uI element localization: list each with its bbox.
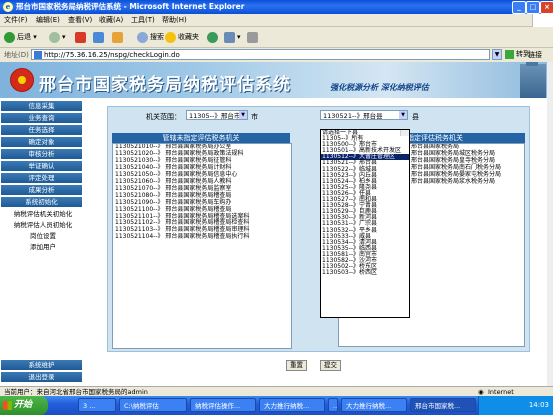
ie-icon: e <box>3 2 13 12</box>
city-suffix-label: 市 <box>251 113 258 121</box>
taskbar-item[interactable]: 大力推行纳税... <box>259 398 325 412</box>
go-button[interactable]: 转到 <box>505 49 530 59</box>
taskbar-item[interactable]: 纳税评估操作... <box>190 398 256 412</box>
reset-button[interactable]: 重置 <box>286 360 307 371</box>
back-arrow-icon <box>4 31 15 43</box>
nav-evaluation-processing[interactable]: 评定处理 <box>1 173 82 183</box>
submit-button[interactable]: 提交 <box>320 360 341 371</box>
taskbar-item[interactable]: ... <box>328 398 338 412</box>
county-dropdown-list[interactable]: 请选择一下县 11305--》所有 1130500--》邢台市 1130501--》高… <box>320 129 410 318</box>
links-button[interactable]: 链接 <box>528 50 542 60</box>
mail-button[interactable]: ▾ <box>224 30 241 44</box>
search-button[interactable]: 搜索 <box>137 30 164 44</box>
unassigned-org-list[interactable]: 1130521010--》 邢台县国家税务局办公室 1130521020--》 邢… <box>112 143 292 349</box>
go-arrow-icon <box>505 49 514 59</box>
start-button[interactable]: 开始 <box>0 396 48 415</box>
search-icon <box>137 31 148 43</box>
address-dropdown-button[interactable]: ▼ <box>492 49 502 60</box>
subnav-post-setup[interactable]: 岗位设置 <box>3 231 83 241</box>
taskbar: 开始 3 ... C:\纳税评估 纳税评估操作... 大力推行纳税... ...… <box>0 396 553 415</box>
stop-icon <box>75 31 86 43</box>
banner-title: 邢台市国家税务局纳税评估系统 <box>39 75 291 95</box>
unassigned-list-header: 管辖未指定评估税务机关 <box>112 133 290 143</box>
page-icon <box>34 51 42 59</box>
home-button[interactable] <box>112 30 125 44</box>
org-range-label: 机关范围： <box>146 113 181 121</box>
list-item[interactable]: 1130503--》桥西区 <box>321 270 409 276</box>
county-select[interactable]: 1130521--》邢台县 ▼ <box>320 110 408 120</box>
address-bar: 地址(D) http://75.36.16.25/nspg/checkLogin… <box>0 48 553 63</box>
stop-button[interactable] <box>75 30 88 44</box>
home-icon <box>112 31 123 43</box>
nav-logout[interactable]: 退出登录 <box>1 372 82 382</box>
subnav-staff-init[interactable]: 纳税评估人员初始化 <box>3 220 83 230</box>
list-item[interactable]: 邢台县国家税务局浆水税务分局 <box>409 178 524 186</box>
assignment-panel: 机关范围： 11305--》邢台市 ▼ 市 1130521--》邢台县 ▼ 县 管辖… <box>107 106 530 352</box>
address-label: 地址(D) <box>4 51 29 59</box>
chevron-down-icon: ▼ <box>399 111 407 119</box>
taskbar-item[interactable]: C:\纳税评估 <box>119 398 187 412</box>
nav-info-collection[interactable]: 信息采集 <box>1 101 82 111</box>
close-button[interactable]: × <box>540 1 553 14</box>
nav-task-selection[interactable]: 任务选择 <box>1 125 82 135</box>
nav-result-analysis[interactable]: 成果分析 <box>1 185 82 195</box>
minimize-button[interactable]: _ <box>512 1 526 14</box>
list-item[interactable]: 1130521104--》 邢台县国家税务局稽查局执行科 <box>113 233 291 241</box>
refresh-button[interactable] <box>93 30 106 44</box>
print-icon <box>247 31 258 43</box>
address-input[interactable]: http://75.36.16.25/nspg/checkLogin.do <box>31 49 490 60</box>
history-button[interactable] <box>207 30 220 44</box>
taskbar-item[interactable]: 大力推行纳税... <box>341 398 407 412</box>
nav-system-maintenance[interactable]: 系统维护 <box>1 360 82 370</box>
forward-arrow-icon <box>49 31 60 43</box>
menu-tools[interactable]: 工具(T) <box>131 15 155 25</box>
menu-favorites[interactable]: 收藏(A) <box>99 15 123 25</box>
county-suffix-label: 县 <box>412 113 419 121</box>
tax-emblem-icon <box>10 68 34 92</box>
main-area: 机关范围： 11305--》邢台市 ▼ 市 1130521--》邢台县 ▼ 县 管辖… <box>84 98 553 386</box>
subnav-org-init[interactable]: 纳税评估机关初始化 <box>3 209 83 219</box>
maximize-button[interactable]: □ <box>526 1 540 14</box>
page-scrollbar[interactable] <box>547 62 553 386</box>
chevron-down-icon: ▼ <box>239 111 247 119</box>
building-image <box>520 62 546 98</box>
favorites-button[interactable]: 收藏夹 <box>165 30 199 44</box>
nav-determine-object[interactable]: 确定对象 <box>1 137 82 147</box>
sidebar: 信息采集 业务查询 任务选择 确定对象 审核分析 举证确认 评定处理 成果分析 … <box>0 98 84 386</box>
nav-evidence-confirm[interactable]: 举证确认 <box>1 161 82 171</box>
nav-audit-analysis[interactable]: 审核分析 <box>1 149 82 159</box>
taskbar-item[interactable]: 邢台市国家税... <box>410 398 476 412</box>
toolbar: 后退 ▾ ▾ 搜索 收藏夹 ▾ <box>0 27 553 48</box>
clock: 14:03 <box>528 401 549 409</box>
banner-slogan: 强化税源分析 深化纳税评估 <box>330 83 429 92</box>
windows-logo-icon <box>532 14 553 27</box>
menu-file[interactable]: 文件(F) <box>4 15 28 25</box>
title-bar: e 邢台市国家税务局纳税评估系统 - Microsoft Internet Ex… <box>0 0 553 14</box>
menu-help[interactable]: 帮助(H) <box>162 15 187 25</box>
system-tray: 14:03 <box>478 396 553 415</box>
menu-view[interactable]: 查看(V) <box>68 15 92 25</box>
taskbar-item[interactable]: 3 ... <box>78 398 116 412</box>
star-icon <box>165 31 176 43</box>
history-icon <box>207 31 218 43</box>
page-content: 邢台市国家税务局纳税评估系统 强化税源分析 深化纳税评估 信息采集 业务查询 任… <box>0 62 553 386</box>
nav-system-init[interactable]: 系统初始化 <box>1 197 82 207</box>
menu-bar: 文件(F) 编辑(E) 查看(V) 收藏(A) 工具(T) 帮助(H) <box>0 14 553 27</box>
banner: 邢台市国家税务局纳税评估系统 强化税源分析 深化纳税评估 <box>0 62 553 98</box>
window-title: 邢台市国家税务局纳税评估系统 - Microsoft Internet Expl… <box>16 2 245 11</box>
mail-icon <box>224 31 235 43</box>
city-select[interactable]: 11305--》邢台市 ▼ <box>186 110 248 120</box>
nav-business-query[interactable]: 业务查询 <box>1 113 82 123</box>
subnav-add-user[interactable]: 添加用户 <box>3 242 83 252</box>
back-button[interactable]: 后退 ▾ <box>4 30 37 44</box>
menu-edit[interactable]: 编辑(E) <box>36 15 60 25</box>
print-button[interactable] <box>247 30 260 44</box>
refresh-icon <box>93 31 104 43</box>
forward-button[interactable]: ▾ <box>49 30 66 44</box>
dropdown-scrollbar[interactable] <box>400 130 409 137</box>
